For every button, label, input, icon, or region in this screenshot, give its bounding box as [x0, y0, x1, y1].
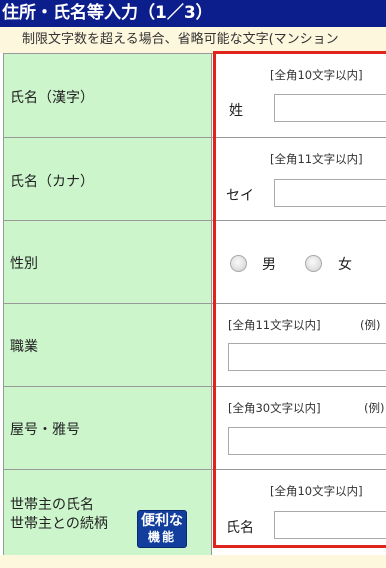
occupation-limit: [全角11文字以内] — [228, 318, 321, 332]
label-cell: 屋号・雅号 — [3, 387, 212, 469]
surname-kanji-input[interactable] — [274, 94, 386, 122]
householder-limit: [全角10文字以内] — [270, 484, 363, 498]
row-trade-name: 屋号・雅号 [全角30文字以内] (例) — [3, 387, 386, 470]
label-cell: 職業 — [3, 304, 212, 386]
surname-kana-prefix: セイ — [226, 188, 254, 204]
householder-name-prefix: 氏名 — [226, 520, 254, 536]
useful-feature-line2: 機能 — [147, 530, 176, 544]
value-cell: [全角10文字以内] 姓 — [212, 54, 386, 137]
label-cell: 性別 — [3, 221, 212, 303]
name-kana-label: 氏名（カナ） — [10, 174, 94, 190]
householder-name-label: 世帯主の氏名 — [10, 497, 94, 513]
address-name-form: 氏名（漢字） [全角10文字以内] 姓 氏名（カナ） [全角11文字以内] セイ… — [3, 53, 386, 556]
householder-name-input[interactable] — [274, 511, 386, 539]
householder-relation-label: 世帯主との続柄 — [10, 516, 108, 532]
gender-male-label: 男 — [262, 257, 276, 273]
name-kanji-limit: [全角10文字以内] — [270, 68, 363, 82]
row-gender: 性別 男 女 — [3, 221, 386, 304]
value-cell: [全角30文字以内] (例) — [212, 387, 386, 469]
surname-kana-input[interactable] — [274, 179, 386, 207]
gender-female-radio[interactable] — [305, 255, 322, 272]
character-limit-notice: 制限文字数を超える場合、省略可能な文字(マンション — [0, 27, 386, 53]
useful-feature-button[interactable]: 便利な 機能 — [137, 510, 187, 548]
label-cell: 氏名（漢字） — [3, 54, 212, 137]
row-occupation: 職業 [全角11文字以内] (例) — [3, 304, 386, 387]
value-cell: [全角11文字以内] セイ — [212, 138, 386, 220]
occupation-example: (例) — [360, 318, 381, 332]
useful-feature-line1: 便利な — [141, 513, 183, 529]
gender-female-label: 女 — [338, 257, 352, 273]
row-name-kana: 氏名（カナ） [全角11文字以内] セイ — [3, 138, 386, 221]
occupation-label: 職業 — [10, 339, 38, 355]
row-name-kanji: 氏名（漢字） [全角10文字以内] 姓 — [3, 54, 386, 138]
surname-prefix: 姓 — [229, 103, 243, 119]
value-cell: [全角11文字以内] (例) — [212, 304, 386, 386]
gender-label: 性別 — [10, 256, 38, 272]
name-kanji-label: 氏名（漢字） — [10, 90, 94, 106]
page-title: 住所・氏名等入力（1／3） — [0, 0, 386, 27]
trade-name-example: (例) — [364, 401, 385, 415]
value-cell: 男 女 — [212, 221, 386, 303]
trade-name-input[interactable] — [228, 427, 386, 455]
bottom-strip — [0, 555, 386, 568]
label-cell: 世帯主の氏名 世帯主との続柄 便利な 機能 — [3, 470, 212, 555]
gender-male-radio[interactable] — [230, 255, 247, 272]
trade-name-label: 屋号・雅号 — [10, 422, 80, 438]
name-kana-limit: [全角11文字以内] — [270, 152, 363, 166]
value-cell: [全角10文字以内] 氏名 — [212, 470, 386, 555]
occupation-input[interactable] — [228, 343, 386, 371]
trade-name-limit: [全角30文字以内] — [228, 401, 321, 415]
label-cell: 氏名（カナ） — [3, 138, 212, 220]
row-householder: 世帯主の氏名 世帯主との続柄 便利な 機能 [全角10文字以内] 氏名 — [3, 470, 386, 556]
